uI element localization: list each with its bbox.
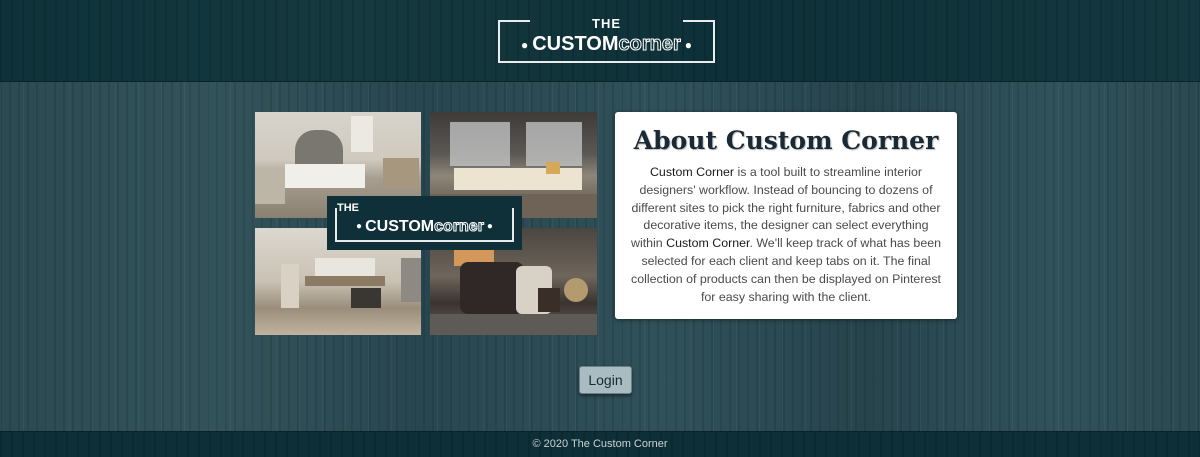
collage-logo: THE ● CUSTOMcorner ●	[327, 196, 522, 250]
about-card: About Custom Corner Custom Corner is a t…	[615, 112, 957, 319]
collage-word-corner: corner	[434, 218, 485, 236]
logo-dot-icon: ●	[684, 37, 693, 52]
about-title: About Custom Corner	[633, 126, 939, 155]
site-header: THE ● CUSTOMcorner ●	[0, 0, 1200, 82]
brand-name: Custom Corner	[649, 165, 734, 179]
brand-name: Custom Corner	[666, 236, 750, 251]
login-button[interactable]: Login	[579, 366, 632, 394]
collage-dot-icon: ●	[356, 221, 363, 232]
furniture-collage: THE ● CUSTOMcorner ●	[255, 112, 597, 335]
logo-word-custom: CUSTOM	[532, 33, 619, 55]
logo-wordmark: ● CUSTOMcorner ●	[498, 32, 715, 57]
site-logo[interactable]: THE ● CUSTOMcorner ●	[498, 17, 715, 63]
collage-logo-wordmark: ● CUSTOMcorner ●	[335, 218, 514, 236]
logo-the: THE	[592, 16, 621, 31]
site-footer: © 2020 The Custom Corner	[0, 431, 1200, 457]
collage-dot-icon: ●	[486, 221, 493, 232]
footer-copyright: © 2020 The Custom Corner	[532, 438, 668, 450]
collage-word-custom: CUSTOM	[365, 218, 435, 236]
collage-logo-the: THE	[337, 202, 359, 214]
about-description: Custom Corner is a tool built to streaml…	[631, 164, 941, 306]
logo-dot-icon: ●	[520, 37, 529, 52]
logo-word-corner: corner	[618, 33, 681, 56]
